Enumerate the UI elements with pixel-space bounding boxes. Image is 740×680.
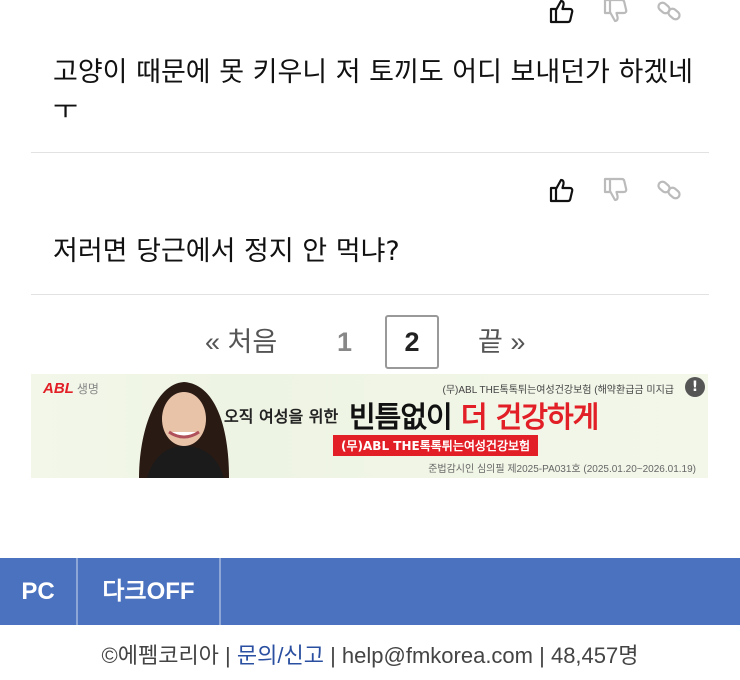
- ad-legal-note: 준법감시인 심의필 제2025-PA031호 (2025.01.20~2026.…: [428, 464, 696, 475]
- pagination-last-link[interactable]: 끝 »: [478, 315, 525, 369]
- pagination: « 처음 1 2 끝 »: [0, 315, 740, 369]
- footer-separator: |: [533, 643, 551, 668]
- pagination-first-link[interactable]: « 처음: [205, 315, 277, 369]
- report-link[interactable]: 문의/신고: [237, 643, 324, 668]
- ad-headline: 빈틈없이 더 건강하게: [349, 400, 599, 434]
- comment-text: 고양이 때문에 못 키우니 저 토끼도 어디 보내던가 하겠네ㅜ: [53, 57, 693, 126]
- ad-brand-logo: ABL 생명: [43, 380, 99, 397]
- ad-product-tag: (무)ABL THE톡톡튀는여성건강보험: [333, 435, 539, 456]
- contact-email: help@fmkorea.com: [341, 643, 533, 668]
- link-icon[interactable]: [656, 177, 682, 203]
- comment-divider: [31, 152, 709, 153]
- copyright-text: ©에펨코리아: [101, 643, 219, 668]
- site-footer: ©에펨코리아 | 문의/신고 | help@fmkorea.com | 48,4…: [0, 638, 740, 670]
- thumbs-down-icon[interactable]: [602, 0, 628, 24]
- comment-actions-1: [548, 0, 682, 24]
- thumbs-up-icon[interactable]: [548, 177, 574, 203]
- footer-bar-divider: [219, 558, 221, 625]
- dark-mode-toggle[interactable]: 다크OFF: [78, 558, 219, 625]
- pagination-page-1[interactable]: 1: [337, 315, 352, 369]
- footer-separator: |: [218, 643, 237, 668]
- online-users-count: 48,457명: [550, 643, 639, 668]
- comment-actions-2: [548, 177, 682, 203]
- footer-separator: |: [323, 643, 342, 668]
- thumbs-down-icon[interactable]: [602, 177, 628, 203]
- pc-mode-button[interactable]: PC: [0, 558, 76, 625]
- pagination-page-current[interactable]: 2: [385, 315, 439, 369]
- footer-bar: PC 다크OFF: [0, 558, 740, 625]
- ad-subtitle: 오직 여성을 위한: [224, 407, 339, 426]
- ad-info-icon[interactable]: !: [685, 377, 705, 397]
- thumbs-up-icon[interactable]: [548, 0, 574, 24]
- ad-model-image: [139, 382, 229, 478]
- comment-divider: [31, 294, 709, 295]
- ad-banner[interactable]: ABL 생명 (무)ABL THE톡톡튀는여성건강보험 (해약환급금 미지급 오직…: [31, 374, 708, 478]
- comment-text: 저러면 당근에서 정지 안 먹냐?: [53, 236, 400, 267]
- link-icon[interactable]: [656, 0, 682, 24]
